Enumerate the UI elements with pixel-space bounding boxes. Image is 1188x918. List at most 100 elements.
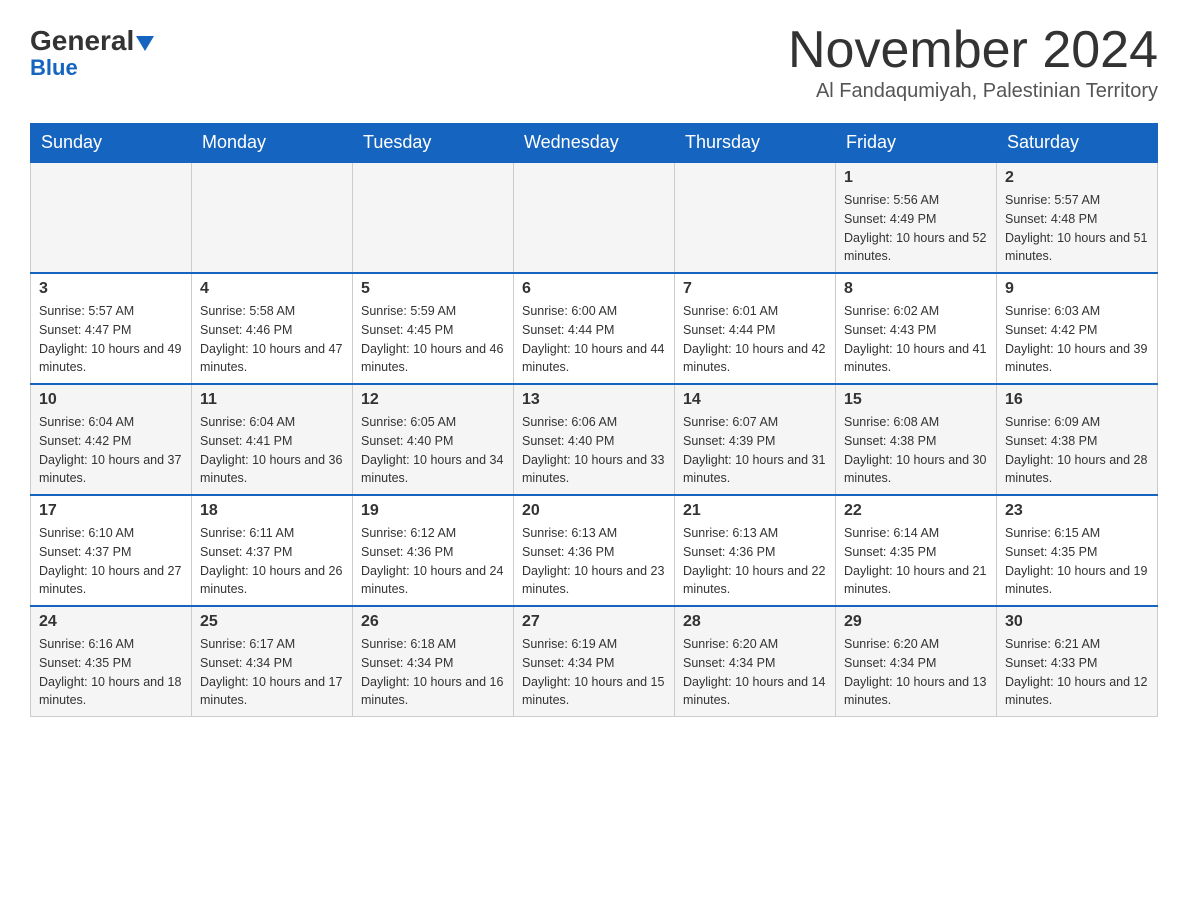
calendar-cell: 18 Sunrise: 6:11 AM Sunset: 4:37 PM Dayli…: [192, 495, 353, 606]
calendar-cell: 23 Sunrise: 6:15 AM Sunset: 4:35 PM Dayli…: [997, 495, 1158, 606]
day-number: 11: [200, 391, 344, 409]
day-info: Sunrise: 6:18 AM Sunset: 4:34 PM Dayligh…: [361, 635, 505, 710]
day-number: 12: [361, 391, 505, 409]
calendar-cell: 29 Sunrise: 6:20 AM Sunset: 4:34 PM Dayli…: [836, 606, 997, 717]
calendar-cell: 15 Sunrise: 6:08 AM Sunset: 4:38 PM Dayli…: [836, 384, 997, 495]
day-info: Sunrise: 6:10 AM Sunset: 4:37 PM Dayligh…: [39, 524, 183, 599]
weekday-header-saturday: Saturday: [997, 124, 1158, 163]
day-info: Sunrise: 6:04 AM Sunset: 4:42 PM Dayligh…: [39, 413, 183, 488]
calendar-cell: [514, 162, 675, 273]
weekday-header-thursday: Thursday: [675, 124, 836, 163]
day-number: 9: [1005, 280, 1149, 298]
day-number: 19: [361, 502, 505, 520]
day-number: 5: [361, 280, 505, 298]
logo: General Blue: [30, 25, 154, 81]
day-info: Sunrise: 5:58 AM Sunset: 4:46 PM Dayligh…: [200, 302, 344, 377]
calendar-cell: 22 Sunrise: 6:14 AM Sunset: 4:35 PM Dayli…: [836, 495, 997, 606]
calendar-cell: 24 Sunrise: 6:16 AM Sunset: 4:35 PM Dayli…: [31, 606, 192, 717]
day-info: Sunrise: 6:08 AM Sunset: 4:38 PM Dayligh…: [844, 413, 988, 488]
day-info: Sunrise: 6:07 AM Sunset: 4:39 PM Dayligh…: [683, 413, 827, 488]
calendar-cell: 4 Sunrise: 5:58 AM Sunset: 4:46 PM Daylig…: [192, 273, 353, 384]
day-info: Sunrise: 6:03 AM Sunset: 4:42 PM Dayligh…: [1005, 302, 1149, 377]
day-number: 14: [683, 391, 827, 409]
day-info: Sunrise: 6:00 AM Sunset: 4:44 PM Dayligh…: [522, 302, 666, 377]
calendar-week-4: 17 Sunrise: 6:10 AM Sunset: 4:37 PM Dayli…: [31, 495, 1158, 606]
calendar-cell: 6Sunrise: 6:00 AM Sunset: 4:44 PM Daylig…: [514, 273, 675, 384]
day-info: Sunrise: 5:56 AM Sunset: 4:49 PM Dayligh…: [844, 191, 988, 266]
calendar-cell: 21 Sunrise: 6:13 AM Sunset: 4:36 PM Dayli…: [675, 495, 836, 606]
calendar-week-1: 1 Sunrise: 5:56 AM Sunset: 4:49 PM Daylig…: [31, 162, 1158, 273]
calendar-cell: 2 Sunrise: 5:57 AM Sunset: 4:48 PM Daylig…: [997, 162, 1158, 273]
day-info: Sunrise: 6:19 AM Sunset: 4:34 PM Dayligh…: [522, 635, 666, 710]
calendar-cell: 20 Sunrise: 6:13 AM Sunset: 4:36 PM Dayli…: [514, 495, 675, 606]
day-number: 2: [1005, 169, 1149, 187]
calendar-week-5: 24 Sunrise: 6:16 AM Sunset: 4:35 PM Dayli…: [31, 606, 1158, 717]
day-info: Sunrise: 6:15 AM Sunset: 4:35 PM Dayligh…: [1005, 524, 1149, 599]
day-number: 22: [844, 502, 988, 520]
day-number: 15: [844, 391, 988, 409]
calendar-cell: 8Sunrise: 6:02 AM Sunset: 4:43 PM Daylig…: [836, 273, 997, 384]
day-info: Sunrise: 6:14 AM Sunset: 4:35 PM Dayligh…: [844, 524, 988, 599]
day-number: 16: [1005, 391, 1149, 409]
day-info: Sunrise: 5:59 AM Sunset: 4:45 PM Dayligh…: [361, 302, 505, 377]
calendar: SundayMondayTuesdayWednesdayThursdayFrid…: [30, 123, 1158, 717]
calendar-cell: 25 Sunrise: 6:17 AM Sunset: 4:34 PM Dayli…: [192, 606, 353, 717]
calendar-cell: 10 Sunrise: 6:04 AM Sunset: 4:42 PM Dayli…: [31, 384, 192, 495]
day-number: 26: [361, 613, 505, 631]
day-number: 7: [683, 280, 827, 298]
calendar-cell: 13Sunrise: 6:06 AM Sunset: 4:40 PM Dayli…: [514, 384, 675, 495]
calendar-cell: 16Sunrise: 6:09 AM Sunset: 4:38 PM Dayli…: [997, 384, 1158, 495]
day-number: 4: [200, 280, 344, 298]
day-number: 29: [844, 613, 988, 631]
calendar-cell: 9 Sunrise: 6:03 AM Sunset: 4:42 PM Daylig…: [997, 273, 1158, 384]
day-number: 8: [844, 280, 988, 298]
day-number: 17: [39, 502, 183, 520]
weekday-header-friday: Friday: [836, 124, 997, 163]
location-title: Al Fandaqumiyah, Palestinian Territory: [788, 80, 1158, 103]
day-info: Sunrise: 6:21 AM Sunset: 4:33 PM Dayligh…: [1005, 635, 1149, 710]
day-info: Sunrise: 6:16 AM Sunset: 4:35 PM Dayligh…: [39, 635, 183, 710]
day-number: 24: [39, 613, 183, 631]
calendar-cell: 14 Sunrise: 6:07 AM Sunset: 4:39 PM Dayli…: [675, 384, 836, 495]
day-info: Sunrise: 5:57 AM Sunset: 4:48 PM Dayligh…: [1005, 191, 1149, 266]
day-number: 25: [200, 613, 344, 631]
day-info: Sunrise: 6:20 AM Sunset: 4:34 PM Dayligh…: [844, 635, 988, 710]
day-info: Sunrise: 6:13 AM Sunset: 4:36 PM Dayligh…: [683, 524, 827, 599]
day-info: Sunrise: 6:11 AM Sunset: 4:37 PM Dayligh…: [200, 524, 344, 599]
calendar-cell: 30 Sunrise: 6:21 AM Sunset: 4:33 PM Dayli…: [997, 606, 1158, 717]
calendar-week-3: 10 Sunrise: 6:04 AM Sunset: 4:42 PM Dayli…: [31, 384, 1158, 495]
day-number: 1: [844, 169, 988, 187]
logo-general-text: General: [30, 25, 134, 57]
day-number: 3: [39, 280, 183, 298]
calendar-cell: [353, 162, 514, 273]
calendar-cell: [31, 162, 192, 273]
calendar-cell: 7Sunrise: 6:01 AM Sunset: 4:44 PM Daylig…: [675, 273, 836, 384]
calendar-cell: 3 Sunrise: 5:57 AM Sunset: 4:47 PM Daylig…: [31, 273, 192, 384]
weekday-header-monday: Monday: [192, 124, 353, 163]
day-number: 23: [1005, 502, 1149, 520]
day-number: 10: [39, 391, 183, 409]
calendar-cell: 27 Sunrise: 6:19 AM Sunset: 4:34 PM Dayli…: [514, 606, 675, 717]
calendar-cell: [192, 162, 353, 273]
calendar-week-2: 3 Sunrise: 5:57 AM Sunset: 4:47 PM Daylig…: [31, 273, 1158, 384]
day-number: 28: [683, 613, 827, 631]
calendar-cell: 26 Sunrise: 6:18 AM Sunset: 4:34 PM Dayli…: [353, 606, 514, 717]
weekday-header-tuesday: Tuesday: [353, 124, 514, 163]
day-info: Sunrise: 6:05 AM Sunset: 4:40 PM Dayligh…: [361, 413, 505, 488]
day-info: Sunrise: 6:04 AM Sunset: 4:41 PM Dayligh…: [200, 413, 344, 488]
day-info: Sunrise: 5:57 AM Sunset: 4:47 PM Dayligh…: [39, 302, 183, 377]
calendar-cell: 12 Sunrise: 6:05 AM Sunset: 4:40 PM Dayli…: [353, 384, 514, 495]
calendar-cell: [675, 162, 836, 273]
day-info: Sunrise: 6:13 AM Sunset: 4:36 PM Dayligh…: [522, 524, 666, 599]
calendar-cell: 17 Sunrise: 6:10 AM Sunset: 4:37 PM Dayli…: [31, 495, 192, 606]
day-info: Sunrise: 6:17 AM Sunset: 4:34 PM Dayligh…: [200, 635, 344, 710]
calendar-cell: 19Sunrise: 6:12 AM Sunset: 4:36 PM Dayli…: [353, 495, 514, 606]
day-number: 18: [200, 502, 344, 520]
weekday-header-sunday: Sunday: [31, 124, 192, 163]
day-number: 27: [522, 613, 666, 631]
day-number: 30: [1005, 613, 1149, 631]
day-number: 20: [522, 502, 666, 520]
day-number: 21: [683, 502, 827, 520]
calendar-cell: 1 Sunrise: 5:56 AM Sunset: 4:49 PM Daylig…: [836, 162, 997, 273]
month-title: November 2024: [788, 20, 1158, 80]
